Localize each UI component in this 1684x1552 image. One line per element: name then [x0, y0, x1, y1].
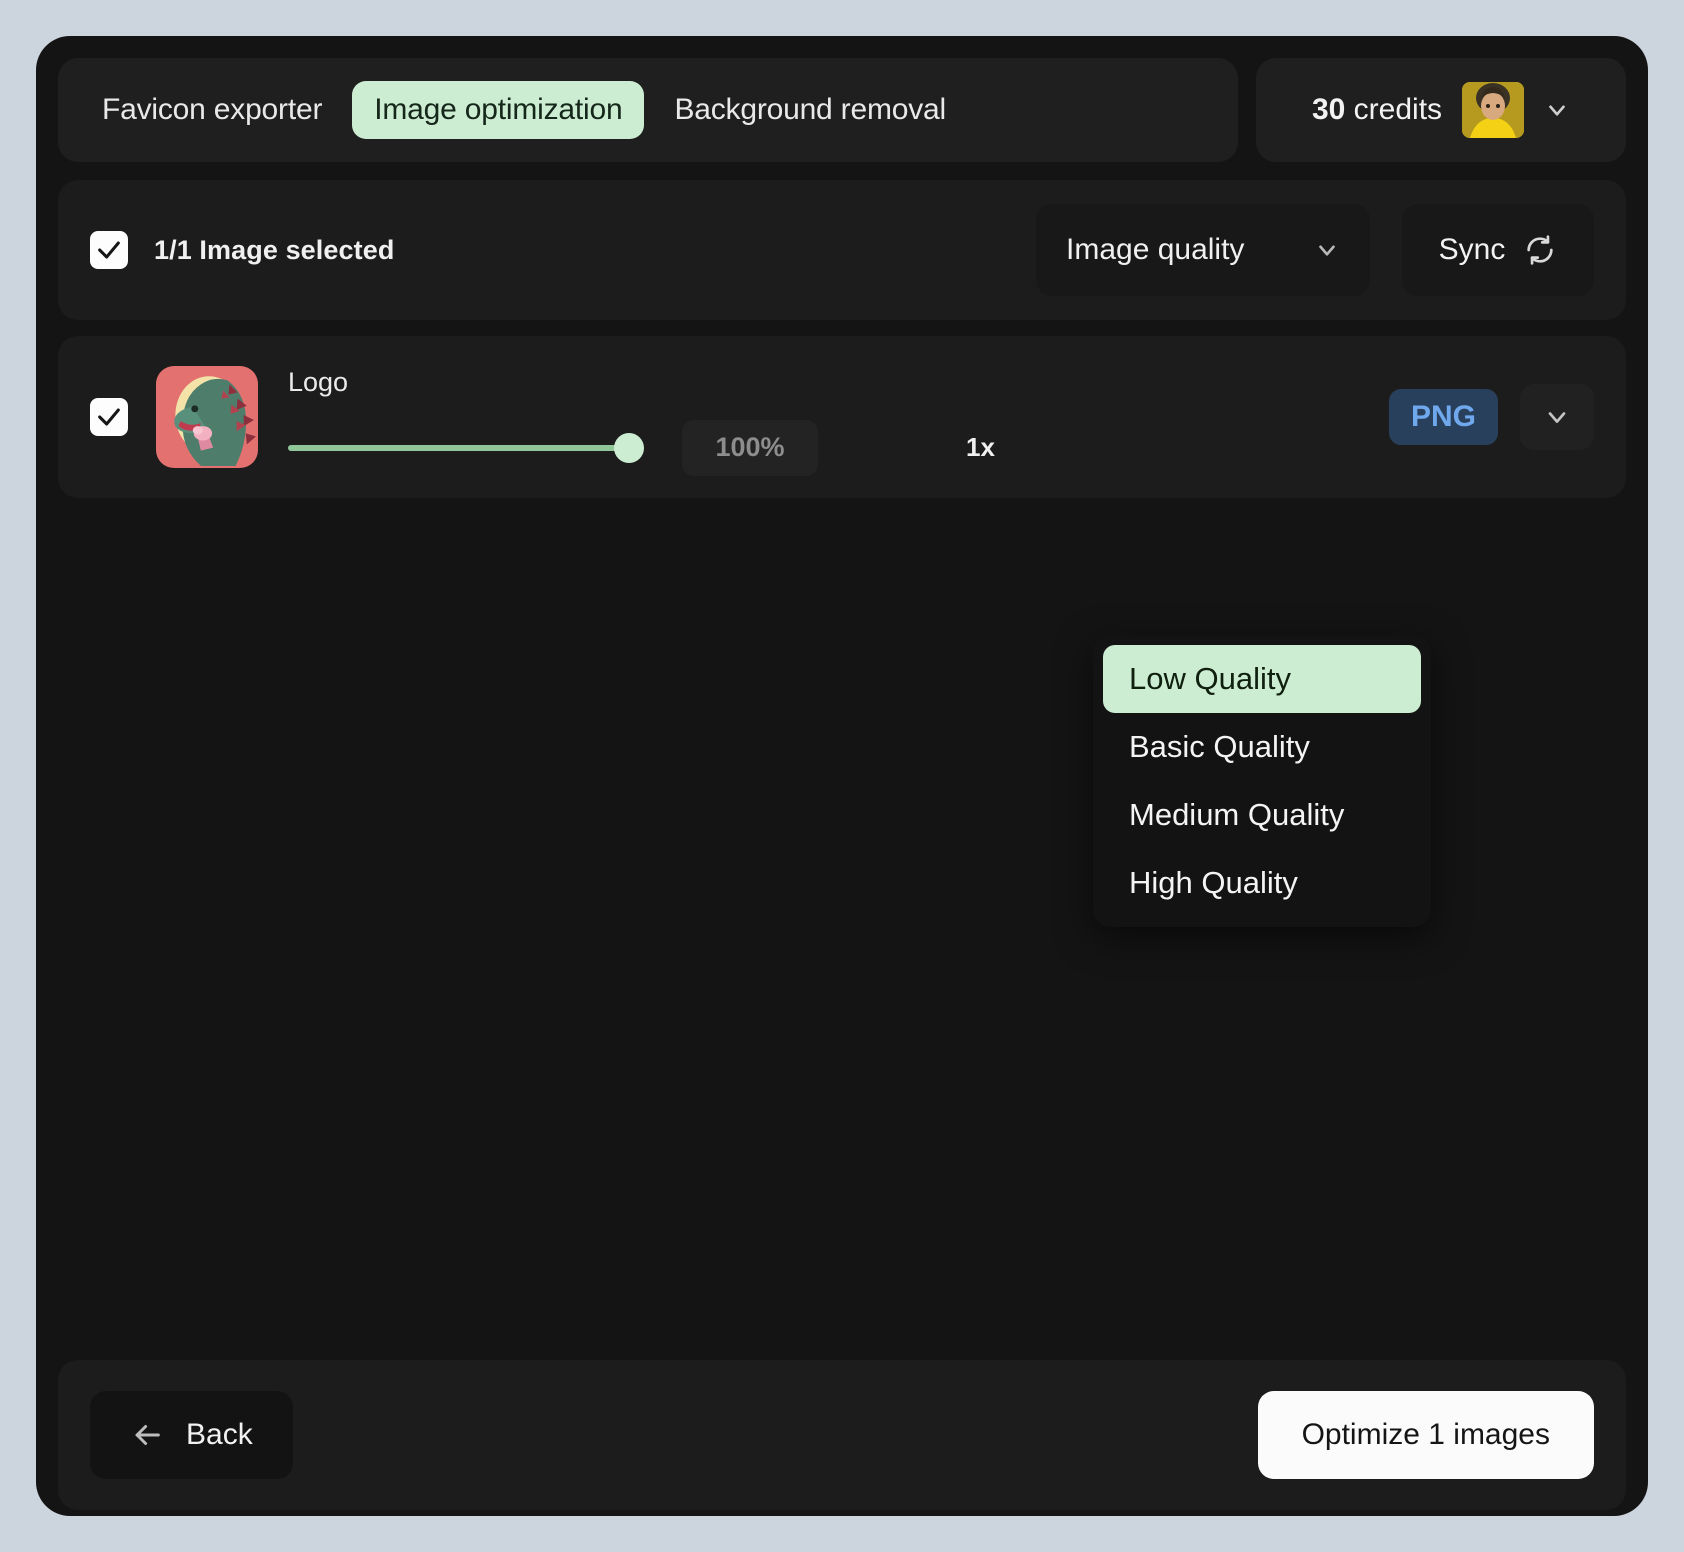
tab-background-removal[interactable]: Background removal — [652, 81, 968, 139]
format-dropdown-button[interactable] — [1520, 384, 1594, 450]
image-row-format-controls: PNG — [1388, 384, 1594, 450]
quality-slider[interactable] — [288, 432, 644, 463]
dropdown-option-basic-quality[interactable]: Basic Quality — [1103, 713, 1421, 781]
credits-label: 30 credits — [1312, 93, 1442, 127]
image-list-item[interactable]: Logo 100% 1x PNG — [58, 336, 1626, 498]
image-quality-select[interactable]: Image quality — [1036, 204, 1370, 296]
sync-button-label: Sync — [1438, 233, 1506, 266]
credits-word: credits — [1353, 93, 1443, 126]
image-quality-dropdown-menu: Low Quality Basic Quality Medium Quality… — [1093, 635, 1431, 927]
image-quality-select-label: Image quality — [1066, 233, 1245, 266]
tab-bar: Favicon exporter Image optimization Back… — [58, 58, 1238, 162]
chevron-down-icon[interactable] — [1544, 97, 1570, 123]
image-select-checkbox[interactable] — [90, 398, 128, 436]
quality-slider-track — [288, 444, 644, 451]
image-row-controls: 100% 1x — [288, 419, 1389, 476]
avatar[interactable] — [1462, 82, 1525, 138]
dropdown-option-high-quality[interactable]: High Quality — [1103, 849, 1421, 917]
image-list-area: Logo 100% 1x PNG Low Quality Basic Quali… — [58, 336, 1626, 1344]
app-window: Favicon exporter Image optimization Back… — [36, 36, 1648, 1516]
back-button[interactable]: Back — [90, 1391, 293, 1479]
sync-button[interactable]: Sync — [1402, 204, 1594, 296]
arrow-left-icon — [130, 1418, 164, 1452]
optimize-button-label: Optimize 1 images — [1301, 1418, 1550, 1451]
back-button-label: Back — [186, 1418, 253, 1451]
refresh-icon — [1523, 233, 1557, 267]
godzilla-ice-cream-thumbnail — [156, 366, 258, 468]
footer-bar: Back Optimize 1 images — [58, 1360, 1626, 1510]
scale-label: 1x — [966, 432, 995, 462]
format-badge[interactable]: PNG — [1388, 389, 1498, 445]
image-name: Logo — [288, 366, 349, 397]
tab-image-optimization[interactable]: Image optimization — [352, 81, 645, 139]
image-row-main: Logo 100% 1x — [288, 336, 1389, 498]
chevron-down-icon — [1314, 237, 1340, 263]
app-page: Favicon exporter Image optimization Back… — [0, 0, 1684, 1552]
selection-bar: 1/1 Image selected Image quality Sync — [58, 180, 1626, 320]
dropdown-option-medium-quality[interactable]: Medium Quality — [1103, 781, 1421, 849]
quality-slider-thumb[interactable] — [614, 432, 644, 463]
dropdown-option-low-quality[interactable]: Low Quality — [1103, 645, 1421, 713]
optimize-button[interactable]: Optimize 1 images — [1257, 1391, 1594, 1479]
top-bar: Favicon exporter Image optimization Back… — [58, 58, 1626, 162]
account-credits-button[interactable]: 30 credits — [1256, 58, 1626, 162]
tab-favicon-exporter[interactable]: Favicon exporter — [80, 81, 344, 139]
select-all-checkbox[interactable] — [90, 231, 128, 269]
quality-percent-value: 100% — [682, 419, 818, 476]
credits-value: 30 — [1311, 93, 1346, 126]
selection-count-label: 1/1 Image selected — [154, 234, 395, 265]
